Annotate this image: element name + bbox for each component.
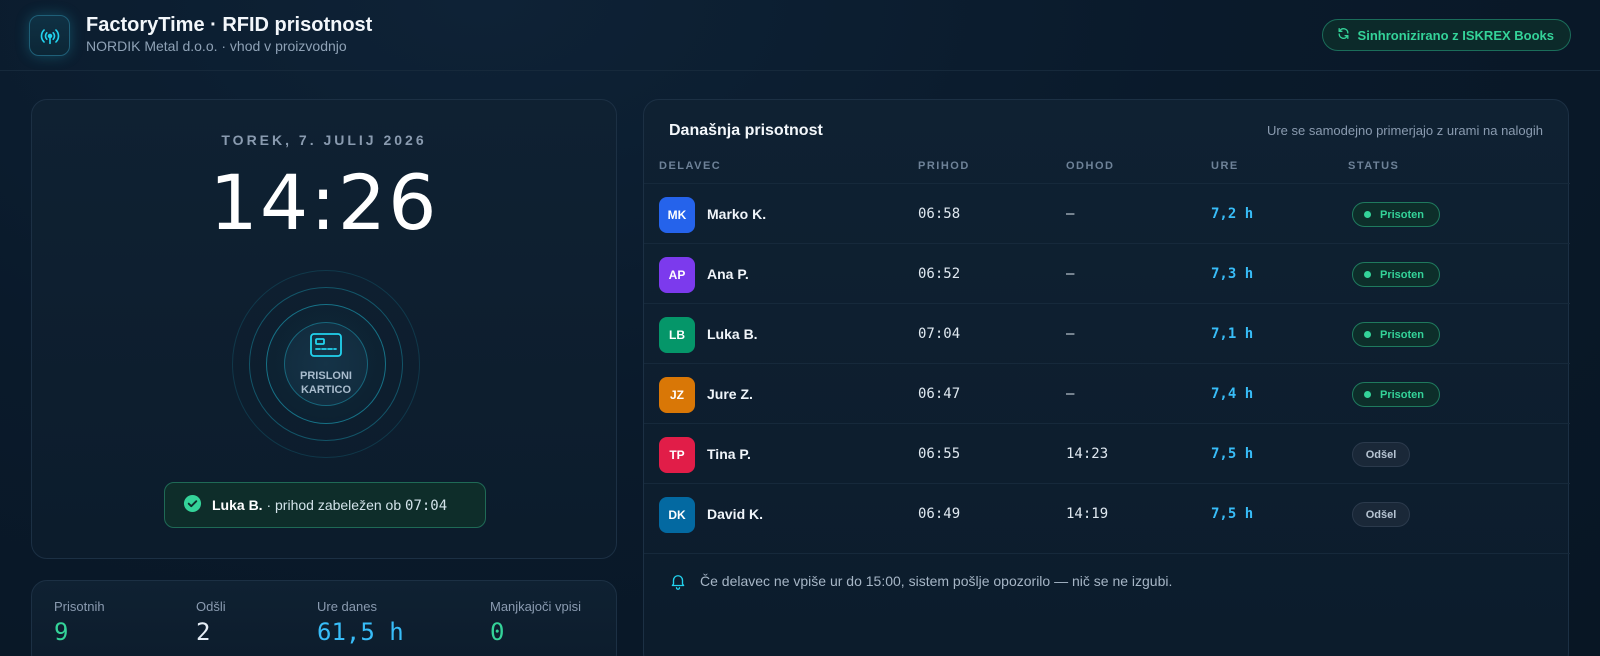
bell-icon [669,571,687,594]
departure-time: — [1066,206,1075,222]
status-label: Prisoten [1380,268,1425,281]
table-row[interactable]: MK Marko K. 06:58 — 7,2 h Prisoten [644,183,1570,244]
status-badge: Odšel [1352,502,1410,527]
status-dot-icon [1364,331,1371,338]
table-row[interactable]: AP Ana P. 06:52 — 7,3 h Prisoten [644,243,1570,304]
attendance-note: Ure se samodejno primerjajo z urami na n… [1266,123,1543,138]
worker-name: David K. [707,506,764,522]
scan-worker-name: Luka B. [212,496,263,513]
column-header-departure[interactable]: ODHOD [1066,160,1114,172]
rfid-reader: PRISLONI KARTICO [232,270,420,458]
worker-name: Ana P. [707,266,749,282]
worked-hours: 7,5 h [1211,446,1254,462]
status-label: Prisoten [1380,388,1425,401]
refresh-icon [1337,27,1350,43]
status-label: Prisoten [1380,208,1425,221]
stat-label: Ure danes [317,599,377,614]
scan-time: 07:04 [405,497,448,514]
column-header-worker[interactable]: DELAVEC [659,160,721,172]
attendance-title: Današnja prisotnost [669,122,823,139]
check-circle-icon [183,494,202,516]
arrival-time: 07:04 [918,326,961,342]
worker-name: Marko K. [707,206,767,222]
current-time: 14:26 [209,158,439,247]
departure-time: — [1066,386,1075,402]
app-header: FactoryTime · RFID prisotnost NORDIK Met… [0,0,1600,71]
status-dot-icon [1364,391,1371,398]
stat-value: 2 [196,618,211,646]
status-badge: Prisoten [1352,382,1440,407]
column-header-hours[interactable]: URE [1211,160,1239,172]
departure-time: 14:19 [1066,506,1109,522]
attendance-card: Današnja prisotnost Ure se samodejno pri… [643,99,1570,656]
stat-value: 9 [54,618,69,646]
stat-value: 61,5 h [317,618,404,646]
stat-present: Prisotnih 9 [54,599,105,646]
table-row[interactable]: LB Luka B. 07:04 — 7,1 h Prisoten [644,303,1570,364]
alert-info: Če delavec ne vpiše ur do 15:00, sistem … [644,553,1570,608]
status-badge: Prisoten [1352,262,1440,287]
worked-hours: 7,1 h [1211,326,1254,342]
status-dot-icon [1364,211,1371,218]
table-row[interactable]: DK David K. 06:49 14:19 7,5 h Odšel [644,483,1570,544]
stat-label: Prisotnih [54,599,105,614]
status-dot-icon [1364,271,1371,278]
rfid-tap-target[interactable]: PRISLONI KARTICO [284,322,368,406]
worked-hours: 7,3 h [1211,266,1254,282]
arrival-time: 06:47 [918,386,961,402]
departure-time: — [1066,326,1075,342]
status-label: Prisoten [1380,328,1425,341]
avatar: DK [659,497,695,533]
app-title: FactoryTime · RFID prisotnost [86,14,373,36]
avatar: LB [659,317,695,353]
status-label: Odšel [1365,448,1397,461]
daily-stats-card: Prisotnih 9 Odšli 2 Ure danes 61,5 h Man… [31,580,617,656]
sync-status-button[interactable]: Sinhronizirano z ISKREX Books [1321,19,1571,51]
scan-message: · prihod zabeležen ob [262,496,406,513]
worker-name: Jure Z. [707,386,753,402]
stat-missing-entries: Manjkajoči vpisi 0 [490,599,581,646]
sync-status-label: Sinhronizirano z ISKREX Books [1357,27,1554,43]
column-header-arrival[interactable]: PRIHOD [918,160,970,172]
departure-time: 14:23 [1066,446,1109,462]
stat-left: Odšli 2 [196,599,226,646]
avatar: MK [659,197,695,233]
avatar: AP [659,257,695,293]
table-row[interactable]: JZ Jure Z. 06:47 — 7,4 h Prisoten [644,363,1570,424]
avatar: TP [659,437,695,473]
status-badge: Prisoten [1352,202,1440,227]
arrival-time: 06:52 [918,266,961,282]
stat-value: 0 [490,618,505,646]
app-subtitle: NORDIK Metal d.o.o. · vhod v proizvodnjo [86,38,347,54]
worker-name: Luka B. [707,326,758,342]
stat-label: Manjkajoči vpisi [490,599,582,614]
avatar: JZ [659,377,695,413]
worker-name: Tina P. [707,446,751,462]
worked-hours: 7,4 h [1211,386,1254,402]
rfid-signal-icon [29,15,70,56]
current-date: TOREK, 7. JULIJ 2026 [221,132,427,148]
table-row[interactable]: TP Tina P. 06:55 14:23 7,5 h Odšel [644,423,1570,484]
worked-hours: 7,2 h [1211,206,1254,222]
arrival-time: 06:58 [918,206,961,222]
arrival-time: 06:55 [918,446,961,462]
terminal-card: TOREK, 7. JULIJ 2026 14:26 PRISLONI KART… [31,99,617,559]
last-scan-notification: Luka B. · prihod zabeležen ob 07:04 [164,482,486,528]
status-badge: Odšel [1352,442,1410,467]
departure-time: — [1066,266,1075,282]
arrival-time: 06:49 [918,506,961,522]
id-card-icon [309,332,343,363]
stat-label: Odšli [196,599,226,614]
worked-hours: 7,5 h [1211,506,1254,522]
status-label: Odšel [1365,508,1397,521]
rfid-instruction: PRISLONI KARTICO [300,369,352,396]
status-badge: Prisoten [1352,322,1440,347]
stat-hours-today: Ure danes 61,5 h [317,599,404,646]
column-header-status[interactable]: STATUS [1348,160,1399,172]
alert-info-text: Če delavec ne vpiše ur do 15:00, sistem … [700,573,1173,589]
